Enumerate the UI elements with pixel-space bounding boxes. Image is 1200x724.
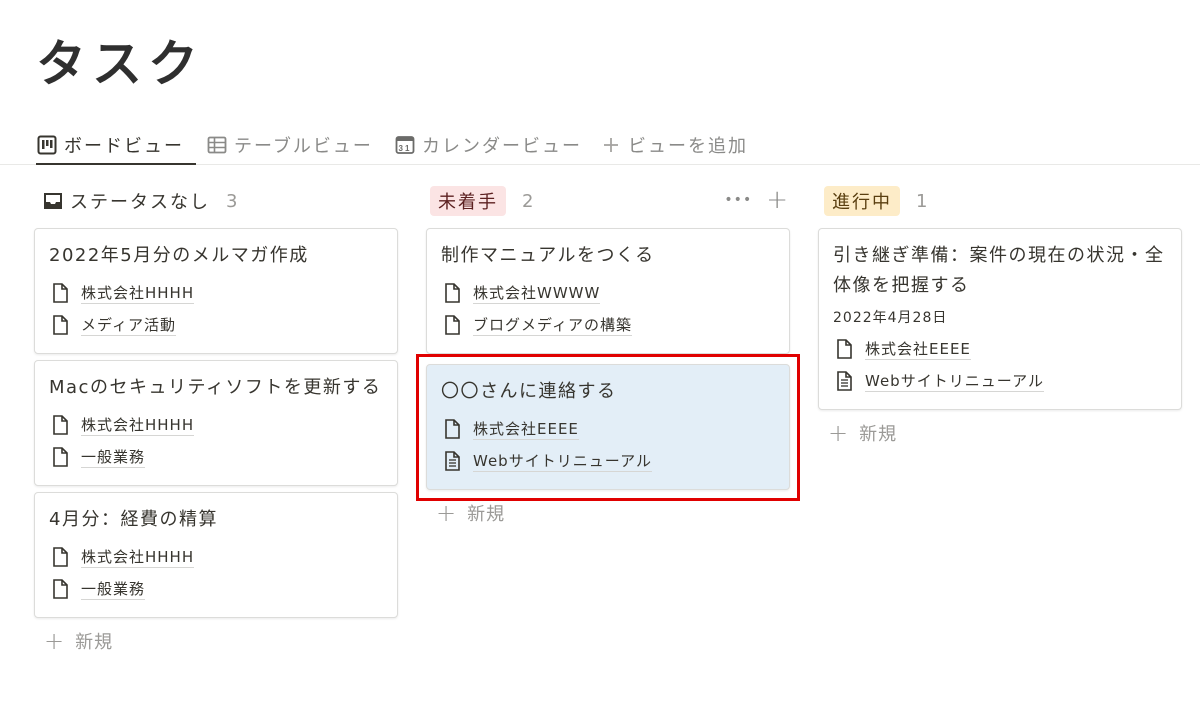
column-header[interactable]: ステータスなし 3: [34, 184, 402, 218]
page-icon: [49, 578, 71, 600]
task-card[interactable]: 引き継ぎ準備：案件の現在の状況・全体像を把握する 2022年4月28日 株式会社…: [818, 228, 1182, 410]
task-card[interactable]: Macのセキュリティソフトを更新する 株式会社HHHH 一般業務: [34, 360, 398, 486]
relation-link[interactable]: 株式会社HHHH: [81, 283, 195, 304]
relation-link[interactable]: 株式会社WWWW: [473, 283, 601, 304]
new-card-button[interactable]: + 新規: [818, 416, 1186, 450]
card-title: Macのセキュリティソフトを更新する: [49, 377, 382, 398]
new-label: 新規: [467, 504, 506, 525]
page-icon: [441, 314, 463, 336]
page-icon: [49, 446, 71, 468]
status-badge: 進行中: [824, 186, 900, 216]
page-icon: [49, 546, 71, 568]
relation-item[interactable]: Webサイトリニューアル: [833, 365, 1167, 397]
new-card-button[interactable]: + 新規: [34, 624, 402, 658]
page-icon: [441, 282, 463, 304]
relation-link[interactable]: ブログメディアの構築: [473, 315, 632, 336]
new-card-button[interactable]: + 新規: [426, 496, 794, 530]
board-column-not-started: 未着手 2 ••• + 制作マニュアルをつくる 株式会社WWWW ブログメディア…: [426, 184, 794, 530]
page-icon: [49, 282, 71, 304]
relation-link[interactable]: 株式会社EEEE: [473, 419, 579, 440]
document-icon: [441, 450, 463, 472]
relation-item[interactable]: 株式会社EEEE: [833, 333, 1167, 365]
relation-item[interactable]: ブログメディアの構築: [441, 309, 775, 341]
relation-link[interactable]: 株式会社HHHH: [81, 547, 195, 568]
relation-link[interactable]: Webサイトリニューアル: [473, 451, 652, 472]
relation-item[interactable]: 株式会社HHHH: [49, 541, 383, 573]
relation-item[interactable]: 株式会社HHHH: [49, 409, 383, 441]
card-title: 4月分：経費の精算: [49, 509, 218, 530]
tab-label: ボードビュー: [64, 135, 184, 157]
document-icon: [833, 370, 855, 392]
plus-icon: +: [436, 499, 458, 527]
card-title: 2022年5月分のメルマガ作成: [49, 245, 309, 266]
column-count: 1: [916, 190, 928, 212]
relation-item[interactable]: 株式会社HHHH: [49, 277, 383, 309]
page-icon: [49, 414, 71, 436]
relation-link[interactable]: 一般業務: [81, 447, 146, 468]
new-label: 新規: [75, 632, 114, 653]
table-icon: [206, 134, 228, 156]
tab-label: カレンダービュー: [422, 136, 582, 157]
new-label: 新規: [859, 424, 898, 445]
relation-item[interactable]: 一般業務: [49, 441, 383, 473]
plus-icon: [600, 134, 622, 156]
tab-table-view[interactable]: テーブルビュー: [206, 126, 373, 164]
board-icon: [36, 134, 58, 156]
relation-link[interactable]: メディア活動: [81, 315, 176, 336]
relation-item[interactable]: 株式会社EEEE: [441, 413, 775, 445]
view-tabs: ボードビュー テーブルビュー 31 カレンダービュー ビューを追加: [0, 116, 1200, 165]
tab-calendar-view[interactable]: 31 カレンダービュー: [394, 126, 582, 164]
tab-label: テーブルビュー: [234, 136, 373, 157]
page-icon: [833, 338, 855, 360]
board-column-no-status: ステータスなし 3 2022年5月分のメルマガ作成 株式会社HHHH メディア活…: [34, 184, 402, 658]
card-date: 2022年4月28日: [833, 310, 948, 326]
column-count: 2: [522, 190, 534, 212]
column-count: 3: [226, 190, 238, 212]
task-card[interactable]: 制作マニュアルをつくる 株式会社WWWW ブログメディアの構築: [426, 228, 790, 354]
page-icon: [441, 418, 463, 440]
relation-link[interactable]: 株式会社EEEE: [865, 339, 971, 360]
plus-icon: +: [828, 419, 850, 447]
tab-board-view[interactable]: ボードビュー: [36, 126, 196, 165]
column-header[interactable]: 未着手 2 ••• +: [426, 184, 794, 218]
relation-item[interactable]: 株式会社WWWW: [441, 277, 775, 309]
task-card[interactable]: 2022年5月分のメルマガ作成 株式会社HHHH メディア活動: [34, 228, 398, 354]
inbox-icon: [42, 190, 64, 212]
relation-link[interactable]: 株式会社HHHH: [81, 415, 195, 436]
task-card-highlighted[interactable]: 〇〇さんに連絡する 株式会社EEEE Webサイトリニューアル: [426, 364, 790, 490]
column-header[interactable]: 進行中 1: [818, 184, 1186, 218]
add-card-icon[interactable]: +: [766, 187, 788, 213]
page-icon: [49, 314, 71, 336]
add-view-button[interactable]: ビューを追加: [600, 126, 748, 164]
status-badge: 未着手: [430, 186, 506, 216]
page-title: タスク: [36, 35, 204, 93]
relation-item[interactable]: Webサイトリニューアル: [441, 445, 775, 477]
svg-text:31: 31: [399, 144, 412, 153]
task-card[interactable]: 4月分：経費の精算 株式会社HHHH 一般業務: [34, 492, 398, 618]
relation-link[interactable]: Webサイトリニューアル: [865, 371, 1044, 392]
relation-link[interactable]: 一般業務: [81, 579, 146, 600]
more-icon[interactable]: •••: [724, 188, 752, 212]
relation-item[interactable]: メディア活動: [49, 309, 383, 341]
board-column-in-progress: 進行中 1 引き継ぎ準備：案件の現在の状況・全体像を把握する 2022年4月28…: [818, 184, 1186, 450]
tab-label: ビューを追加: [628, 136, 748, 157]
column-name: ステータスなし: [70, 192, 210, 213]
card-title: 制作マニュアルをつくる: [441, 245, 655, 266]
card-title: 引き継ぎ準備：案件の現在の状況・全体像を把握する: [833, 245, 1165, 296]
calendar-icon: 31: [394, 134, 416, 156]
card-title: 〇〇さんに連絡する: [441, 381, 617, 402]
relation-item[interactable]: 一般業務: [49, 573, 383, 605]
plus-icon: +: [44, 627, 66, 655]
